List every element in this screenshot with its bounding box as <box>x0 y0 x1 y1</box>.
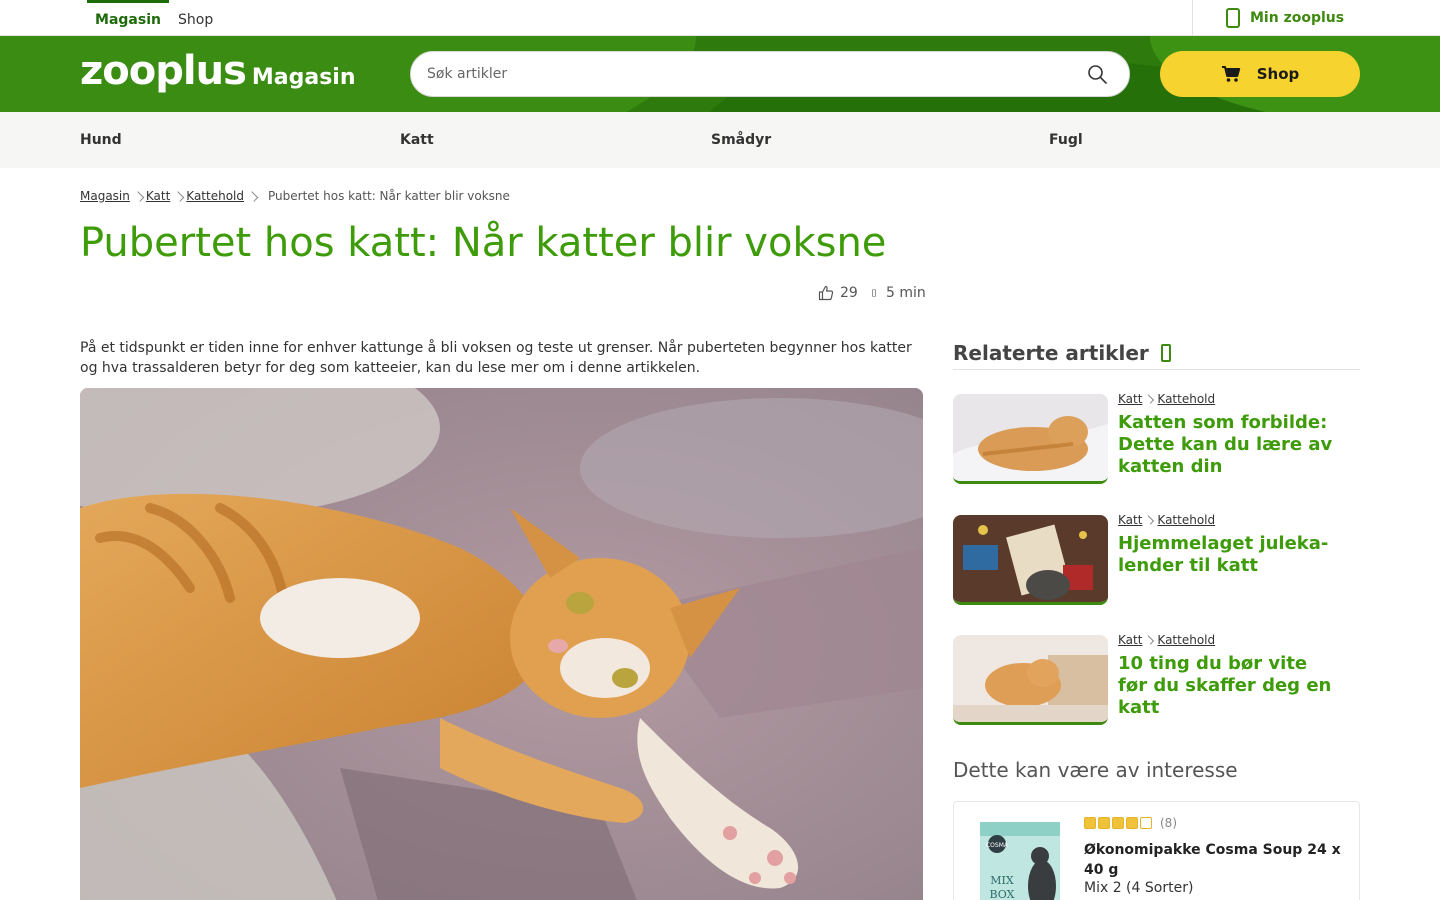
chevron-right-icon <box>1145 635 1155 645</box>
read-time-label: 5 min <box>886 285 926 301</box>
related-subcat-link[interactable]: Kattehold <box>1157 633 1215 647</box>
article-hero-image <box>80 388 923 900</box>
logo-brand: zooplus <box>80 48 247 94</box>
chevron-right-icon <box>173 190 185 202</box>
tab-magasin[interactable]: Magasin <box>87 0 169 36</box>
shop-button[interactable]: Shop <box>1160 51 1360 97</box>
star-full-icon <box>1084 817 1096 829</box>
breadcrumb: Magasin Katt Kattehold Pubertet hos katt… <box>80 189 510 203</box>
related-cat-link[interactable]: Katt <box>1118 392 1142 406</box>
svg-text:MIX: MIX <box>990 874 1014 887</box>
related-article-card[interactable]: Katt Kattehold Katten som forbilde: Dett… <box>953 392 1360 486</box>
breadcrumb-current: Pubertet hos katt: Når katter blir voksn… <box>268 189 510 203</box>
top-utility-bar: Magasin Shop Min zooplus <box>0 0 1440 36</box>
star-full-icon <box>1126 817 1138 829</box>
account-label: Min zooplus <box>1250 10 1345 26</box>
cart-icon <box>1221 66 1240 82</box>
search-icon[interactable] <box>1087 64 1107 84</box>
svg-text:BOX: BOX <box>990 888 1015 900</box>
zooplus-magasin-logo[interactable]: zooplus Magasin <box>80 48 356 94</box>
page-title: Pubertet hos katt: Når katter blir voksn… <box>80 220 887 266</box>
related-subcat-link[interactable]: Kattehold <box>1157 392 1215 406</box>
star-full-icon <box>1112 817 1124 829</box>
tab-shop[interactable]: Shop <box>178 0 213 36</box>
related-cat-link[interactable]: Katt <box>1118 633 1142 647</box>
info-icon[interactable] <box>1160 343 1171 362</box>
product-name[interactable]: Økonomipakke Cosma Soup 24 x 40 g <box>1084 840 1354 880</box>
clock-icon <box>872 289 877 297</box>
review-count: (8) <box>1160 816 1177 830</box>
breadcrumb-link-kattehold[interactable]: Kattehold <box>186 189 244 203</box>
product-variant: Mix 2 (4 Sorter) <box>1084 880 1194 896</box>
search-input[interactable] <box>427 52 1067 96</box>
read-time: 5 min <box>872 285 926 301</box>
related-article-breadcrumb: Katt Kattehold <box>1118 392 1215 406</box>
related-subcat-link[interactable]: Kattehold <box>1157 513 1215 527</box>
related-articles-heading: Relaterte artikler <box>953 336 1360 370</box>
chevron-right-icon <box>1145 394 1155 404</box>
related-article-thumbnail[interactable] <box>953 515 1108 605</box>
related-article-breadcrumb: Katt Kattehold <box>1118 513 1215 527</box>
nav-item-smadyr[interactable]: Smådyr <box>711 112 771 168</box>
chevron-right-icon <box>1145 515 1155 525</box>
related-article-thumbnail[interactable] <box>953 394 1108 484</box>
user-icon <box>1226 8 1240 28</box>
article-intro: På et tidspunkt er tiden inne for enhver… <box>80 340 912 376</box>
related-article-thumbnail[interactable] <box>953 635 1108 725</box>
breadcrumb-link-katt[interactable]: Katt <box>146 189 170 203</box>
breadcrumb-link-magasin[interactable]: Magasin <box>80 189 130 203</box>
thumbs-up-icon <box>818 285 834 301</box>
product-card[interactable]: COSMA MIX BOX (8) Økonomipakke Cosma Sou… <box>953 801 1360 900</box>
shop-button-label: Shop <box>1256 65 1300 83</box>
nav-item-fugl[interactable]: Fugl <box>1049 112 1083 168</box>
cat-photo <box>80 388 923 900</box>
related-article-title[interactable]: Katten som forbilde: Dette kan du lære a… <box>1118 412 1338 478</box>
account-link[interactable]: Min zooplus <box>1226 0 1344 36</box>
likes-count: 29 <box>840 285 858 301</box>
likes-button[interactable]: 29 <box>818 285 858 301</box>
related-article-card[interactable]: Katt Kattehold Hjemmelaget juleka-lender… <box>953 513 1360 607</box>
product-rating: (8) <box>1084 816 1177 830</box>
related-article-breadcrumb: Katt Kattehold <box>1118 633 1215 647</box>
nav-item-hund[interactable]: Hund <box>80 112 122 168</box>
related-cat-link[interactable]: Katt <box>1118 513 1142 527</box>
chevron-right-icon <box>247 190 259 202</box>
topbar-divider <box>1192 0 1193 36</box>
nav-item-katt[interactable]: Katt <box>400 112 434 168</box>
related-article-card[interactable]: Katt Kattehold 10 ting du bør vite før d… <box>953 633 1360 727</box>
svg-text:COSMA: COSMA <box>986 842 1009 849</box>
interest-heading: Dette kan være av interesse <box>953 758 1238 782</box>
search-box <box>410 51 1130 97</box>
related-heading-label: Relaterte artikler <box>953 340 1149 365</box>
related-article-title[interactable]: 10 ting du bør vite før du skaffer deg e… <box>1118 653 1338 719</box>
site-header: zooplus Magasin Shop <box>0 36 1440 112</box>
logo-suffix: Magasin <box>251 65 356 90</box>
related-article-title[interactable]: Hjemmelaget juleka-lender til katt <box>1118 533 1338 577</box>
product-image[interactable]: COSMA MIX BOX <box>980 818 1060 900</box>
chevron-right-icon <box>133 190 145 202</box>
star-full-icon <box>1098 817 1110 829</box>
star-empty-icon <box>1140 817 1152 829</box>
category-nav: Hund Katt Smådyr Fugl <box>0 112 1440 168</box>
